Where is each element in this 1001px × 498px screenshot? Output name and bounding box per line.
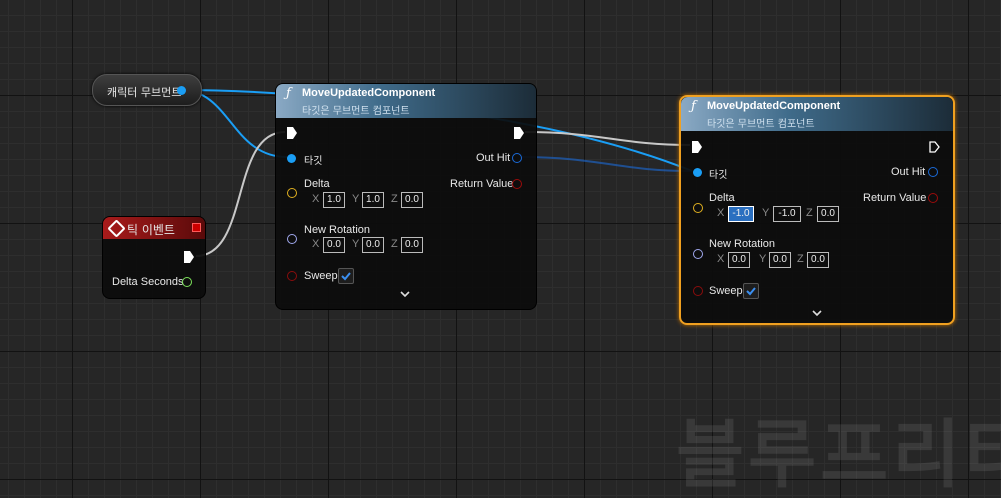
delta-z-axis-label: Z <box>806 207 813 219</box>
tick-event-node[interactable]: 틱 이벤트 Delta Seconds <box>102 216 206 299</box>
return-value-label: Return Value <box>450 178 514 190</box>
outhit-wire <box>519 156 691 172</box>
sweep-checkbox[interactable] <box>338 268 354 284</box>
event-title: 틱 이벤트 <box>127 223 175 237</box>
sweep-input-pin[interactable] <box>287 271 297 281</box>
rotation-y-axis-label: Y <box>759 253 767 265</box>
rotation-x-field[interactable]: 0.0 <box>728 252 750 268</box>
delta-seconds-pin[interactable] <box>182 277 192 287</box>
watermark-text: 블루프리터 <box>676 412 1001 498</box>
new-rotation-label: New Rotation <box>304 224 371 236</box>
out-hit-label: Out Hit <box>891 166 926 178</box>
rotation-x-axis-label: X <box>717 253 725 265</box>
exec-wire-tick-to-left <box>195 131 286 257</box>
rotation-z-axis-label: Z <box>391 238 398 250</box>
new-rotation-label: New Rotation <box>709 238 776 250</box>
function-icon: ƒ <box>691 99 696 114</box>
target-label: 타깃 <box>304 156 323 167</box>
delta-input-pin[interactable] <box>693 203 703 213</box>
function-subtitle: 타깃은 무브먼트 컴포넌트 <box>302 106 410 117</box>
delta-z-field[interactable]: 0.0 <box>401 192 423 208</box>
chevron-down-icon[interactable] <box>400 289 410 301</box>
delta-x-field[interactable]: 1.0 <box>323 192 345 208</box>
out-hit-pin[interactable] <box>928 167 938 177</box>
object-output-pin[interactable] <box>177 86 186 95</box>
rotation-y-field[interactable]: 0.0 <box>769 252 791 268</box>
function-subtitle: 타깃은 무브먼트 컴포넌트 <box>707 119 815 130</box>
move-updated-component-node-2[interactable]: ƒ MoveUpdatedComponent 타깃은 무브먼트 컴포넌트 타깃 … <box>679 95 955 325</box>
rotation-y-axis-label: Y <box>352 238 360 250</box>
exec-output-pin[interactable] <box>514 127 524 139</box>
sweep-label: Sweep <box>304 270 338 282</box>
out-hit-pin[interactable] <box>512 153 522 163</box>
delta-input-pin[interactable] <box>287 188 297 198</box>
check-icon <box>341 272 351 281</box>
delta-label: Delta <box>709 192 735 204</box>
rotation-z-field[interactable]: 0.0 <box>807 252 829 268</box>
exec-input-pin[interactable] <box>692 141 702 153</box>
delta-y-field[interactable]: -1.0 <box>773 206 801 222</box>
exec-output-pin[interactable] <box>929 141 940 153</box>
rotation-input-pin[interactable] <box>287 234 297 244</box>
rotation-y-field[interactable]: 0.0 <box>362 237 384 253</box>
event-header: 틱 이벤트 <box>103 217 205 239</box>
sweep-input-pin[interactable] <box>693 286 703 296</box>
chevron-down-icon[interactable] <box>812 308 822 320</box>
delta-y-axis-label: Y <box>352 193 360 205</box>
delta-y-axis-label: Y <box>762 207 770 219</box>
exec-input-pin[interactable] <box>287 127 297 139</box>
check-icon <box>746 287 756 296</box>
rotation-x-axis-label: X <box>312 238 320 250</box>
sweep-checkbox[interactable] <box>743 283 759 299</box>
rotation-input-pin[interactable] <box>693 249 703 259</box>
rotation-z-field[interactable]: 0.0 <box>401 237 423 253</box>
delta-x-axis-label: X <box>717 207 725 219</box>
delta-x-axis-label: X <box>312 193 320 205</box>
delta-label: Delta <box>304 178 330 190</box>
move-updated-component-node-1[interactable]: ƒ MoveUpdatedComponent 타깃은 무브먼트 컴포넌트 타깃 … <box>275 83 537 310</box>
target-label: 타깃 <box>709 170 728 181</box>
event-diamond-icon <box>107 219 126 238</box>
delta-seconds-label: Delta Seconds <box>112 276 184 288</box>
function-title: MoveUpdatedComponent <box>707 100 841 112</box>
delta-z-field[interactable]: 0.0 <box>817 206 839 222</box>
delta-x-field[interactable]: -1.0 <box>728 206 754 222</box>
delegate-pin-icon[interactable] <box>192 223 201 232</box>
return-value-pin[interactable] <box>512 179 522 189</box>
rotation-z-axis-label: Z <box>797 253 804 265</box>
delta-z-axis-label: Z <box>391 193 398 205</box>
return-value-pin[interactable] <box>928 193 938 203</box>
function-icon: ƒ <box>286 86 291 101</box>
character-movement-variable-node[interactable]: 캐릭터 무브먼트 <box>92 74 202 106</box>
return-value-label: Return Value <box>863 192 927 204</box>
function-header: ƒ MoveUpdatedComponent 타깃은 무브먼트 컴포넌트 <box>681 97 953 131</box>
exec-output-pin[interactable] <box>184 251 194 263</box>
function-title: MoveUpdatedComponent <box>302 87 436 99</box>
variable-label: 캐릭터 무브먼트 <box>107 86 182 99</box>
delta-y-field[interactable]: 1.0 <box>362 192 384 208</box>
function-header: ƒ MoveUpdatedComponent 타깃은 무브먼트 컴포넌트 <box>276 84 536 118</box>
out-hit-label: Out Hit <box>476 152 511 164</box>
target-input-pin[interactable] <box>693 168 702 177</box>
sweep-label: Sweep <box>709 285 743 297</box>
rotation-x-field[interactable]: 0.0 <box>323 237 345 253</box>
target-input-pin[interactable] <box>287 154 296 163</box>
exec-wire-left-to-right <box>524 131 691 146</box>
